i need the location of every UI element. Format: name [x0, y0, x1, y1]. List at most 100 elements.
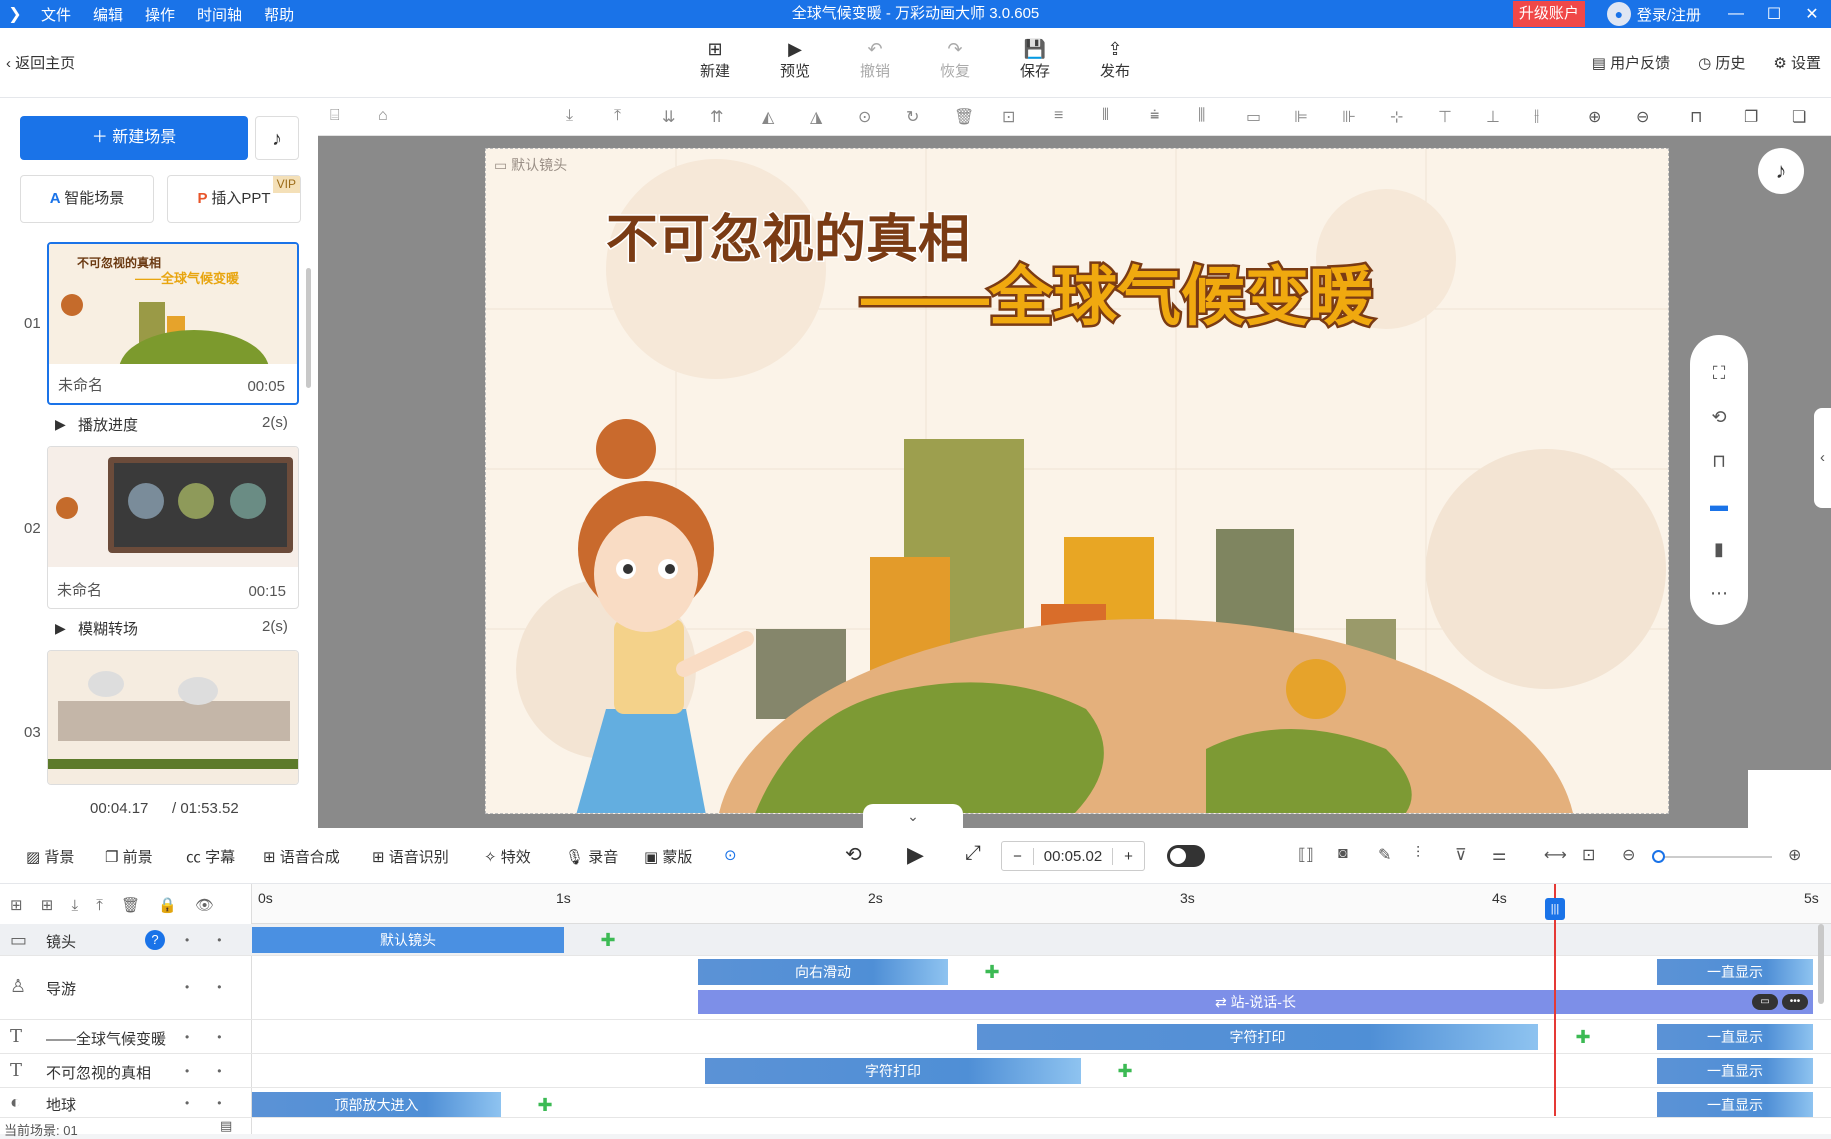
tts-button[interactable]: ⊞ 语音合成	[263, 846, 340, 867]
track-dots[interactable]: ••	[185, 1030, 249, 1044]
camera-snap-icon[interactable]: ◙	[1338, 845, 1348, 863]
fit-screen-icon[interactable]: ⛶	[1706, 363, 1732, 384]
upgrade-button[interactable]: 升级账户	[1512, 1, 1585, 27]
scene-card-01[interactable]: 不可忽视的真相 ——全球气候变暖 未命名 00:05	[47, 242, 299, 405]
insert-ppt-button[interactable]: P 插入PPT VIP	[167, 175, 301, 223]
zoom-in-timeline-icon[interactable]: ⊕	[1788, 845, 1801, 865]
zoom-slider[interactable]	[1657, 856, 1772, 858]
more-tools-icon[interactable]: ⊙	[724, 846, 737, 864]
align-bottom2-icon[interactable]: ⊥	[1486, 107, 1500, 127]
align-right-icon[interactable]: ⊪	[1342, 107, 1356, 127]
clip-always-show[interactable]: 一直显示	[1657, 1024, 1813, 1050]
background-button[interactable]: ▨ 背景	[26, 846, 74, 867]
time-minus-button[interactable]: −	[1002, 847, 1034, 865]
minimap-thumbnail[interactable]	[1748, 770, 1831, 828]
screenshot-icon[interactable]: ⊡	[1002, 107, 1015, 127]
home-icon[interactable]: ⌂	[378, 107, 388, 125]
transition-name[interactable]: 播放进度	[78, 414, 138, 435]
distribute-v-icon[interactable]: ⩧	[1150, 107, 1159, 125]
keyframe-add-icon[interactable]: ✚	[535, 1095, 555, 1115]
zoom-out-icon[interactable]: ⊖	[1636, 107, 1649, 127]
chevron-left-icon[interactable]: ‹	[1814, 408, 1831, 508]
clip-always-show[interactable]: 一直显示	[1657, 1092, 1813, 1117]
stage-canvas[interactable]: 不可忽视的真相 ——全球气候变暖 ▭ 默认镜头	[485, 148, 1669, 814]
more-icon[interactable]: ⋯	[1706, 583, 1732, 604]
keyframe-add-icon[interactable]: ✚	[1115, 1061, 1135, 1081]
zoom-slider-handle[interactable]	[1652, 850, 1665, 863]
feedback-button[interactable]: ▤ 用户反馈	[1592, 52, 1670, 73]
scene-list-icon[interactable]: ▤	[220, 1118, 232, 1134]
time-input[interactable]: 00:05.02	[1034, 848, 1112, 865]
user-avatar-icon[interactable]: ●	[1606, 2, 1631, 26]
adjust-icon[interactable]: ⚌	[1492, 845, 1506, 865]
time-ruler[interactable]: 0s 1s 2s 3s 4s 5s	[252, 884, 1831, 924]
new-scene-button[interactable]: ＋ 新建场景	[20, 116, 248, 160]
menu-help[interactable]: 帮助	[253, 4, 305, 25]
track-tools[interactable]: ⊞ ⊞ ⤓ ⤒ 🗑 🔒 👁	[10, 896, 214, 914]
save-button[interactable]: 💾 保存	[995, 38, 1075, 81]
track-dots[interactable]: ••	[185, 1064, 249, 1078]
fullscreen-icon[interactable]: ⤢	[965, 842, 981, 865]
unlock-icon[interactable]: ⊓	[1690, 107, 1702, 127]
chevron-down-icon[interactable]: ⌄	[863, 804, 963, 828]
help-icon[interactable]: ?	[145, 930, 165, 950]
undo-button[interactable]: ↶ 撤销	[835, 38, 915, 81]
align-top2-icon[interactable]: ⊤	[1438, 107, 1452, 127]
track-dots[interactable]: ••	[185, 933, 249, 947]
clip-text-print[interactable]: 字符打印	[705, 1058, 1081, 1084]
mask-button[interactable]: ▣ 蒙版	[644, 846, 692, 867]
smart-scene-button[interactable]: A 智能场景	[20, 175, 154, 223]
keyframe-add-icon[interactable]: ✚	[1573, 1027, 1593, 1047]
lock-icon[interactable]: ⊙	[858, 107, 871, 127]
menu-operate[interactable]: 操作	[134, 4, 186, 25]
align-bottom-icon[interactable]: ⤓	[566, 107, 573, 125]
copy-icon[interactable]: ❐	[1744, 107, 1758, 127]
keyframe-add-icon[interactable]: ✚	[982, 962, 1002, 982]
align-left-icon[interactable]: ⊫	[1294, 107, 1308, 127]
distribute-h-icon[interactable]: ⫼	[1198, 107, 1205, 125]
match-width-icon[interactable]: ▭	[1246, 107, 1261, 127]
clip-always-show[interactable]: 一直显示	[1657, 959, 1813, 985]
track-scrollbar[interactable]	[1818, 924, 1824, 1004]
flip-horizontal-icon[interactable]: ◭	[762, 107, 774, 127]
clip-guide-talk[interactable]: ⇄ 站-说话-长	[698, 990, 1813, 1014]
effects-button[interactable]: ✧ 特效	[484, 846, 531, 867]
clip-earth-zoom[interactable]: 顶部放大进入	[252, 1092, 501, 1117]
track-row-title1[interactable]: T 不可忽视的真相 •• 字符打印 ✚ 一直显示	[0, 1054, 1831, 1088]
scene-scrollbar[interactable]	[306, 268, 311, 388]
clip-text-print[interactable]: 字符打印	[977, 1024, 1538, 1050]
time-stepper[interactable]: − 00:05.02 +	[1001, 841, 1145, 871]
clip-camera[interactable]: 默认镜头	[252, 927, 564, 953]
layer-down-icon[interactable]: ⇊	[662, 107, 675, 127]
asr-button[interactable]: ⊞ 语音识别	[372, 846, 449, 867]
new-button[interactable]: ⊞ 新建	[675, 38, 755, 81]
track-dots[interactable]: ••	[185, 980, 249, 994]
vip-tool-icon[interactable]: ⟦⟧	[1298, 845, 1314, 865]
transition-name[interactable]: 模糊转场	[78, 618, 138, 639]
keyframe-add-icon[interactable]: ✚	[598, 930, 618, 950]
zoom-out-timeline-icon[interactable]: ⊖	[1622, 845, 1635, 865]
align-top-icon[interactable]: ⤒	[614, 107, 621, 125]
stage-music-icon[interactable]: ♪	[1758, 148, 1804, 194]
time-plus-button[interactable]: +	[1112, 847, 1144, 865]
lock-stage-icon[interactable]: ⊓	[1706, 451, 1732, 472]
redo-button[interactable]: ↷ 恢复	[915, 38, 995, 81]
settings-button[interactable]: ⚙ 设置	[1773, 52, 1821, 73]
publish-button[interactable]: ⇪ 发布	[1075, 38, 1155, 81]
rotate-icon[interactable]: ↻	[906, 107, 919, 127]
scene-card-03[interactable]	[47, 650, 299, 785]
edit-icon[interactable]: ✎	[1378, 845, 1391, 865]
subtitle-button[interactable]: ㏄ 字幕	[186, 846, 235, 867]
preview-button[interactable]: ▶ 预览	[755, 38, 835, 81]
music-icon[interactable]: ♪	[255, 116, 299, 160]
format-painter-icon[interactable]: ⌸	[330, 107, 340, 125]
menu-edit[interactable]: 编辑	[82, 4, 134, 25]
foreground-button[interactable]: ❐ 前景	[105, 846, 153, 867]
paste-icon[interactable]: ❏	[1792, 107, 1806, 127]
fit-width-icon[interactable]: ⟷	[1544, 845, 1567, 865]
align-center-v-icon[interactable]: ⦀	[1102, 107, 1109, 125]
filter-icon[interactable]: ⊽	[1455, 845, 1467, 865]
track-row-title2[interactable]: T ——全球气候变暖 •• 字符打印 ✚ 一直显示	[0, 1020, 1831, 1054]
replay-icon[interactable]: ⟲	[845, 842, 862, 867]
track-row-earth[interactable]: ◐ 地球 •• 顶部放大进入 ✚ 一直显示	[0, 1088, 1831, 1118]
